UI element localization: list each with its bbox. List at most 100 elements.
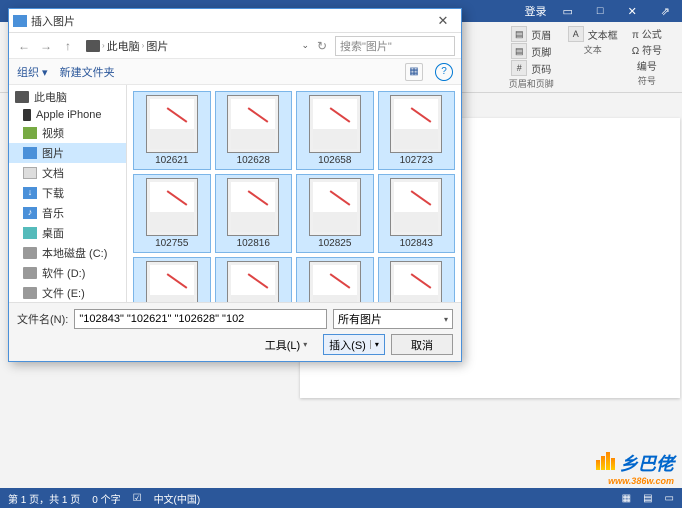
- proofing-icon[interactable]: ☑: [133, 493, 142, 504]
- sidebar-item-downloads[interactable]: ↓下载: [9, 183, 126, 203]
- file-thumb[interactable]: 102621: [133, 91, 211, 170]
- sidebar-item-desktop[interactable]: 桌面: [9, 223, 126, 243]
- minimize-button[interactable]: ▭: [555, 5, 581, 18]
- number-button[interactable]: 编号: [637, 58, 657, 73]
- dialog-icon: [13, 15, 27, 27]
- file-thumb[interactable]: 102658: [296, 91, 374, 170]
- header-icon[interactable]: ▤: [511, 26, 527, 42]
- pagenum-label[interactable]: 页码: [531, 61, 551, 76]
- nav-back-button[interactable]: ←: [15, 37, 33, 55]
- file-thumb[interactable]: 102843: [378, 174, 456, 253]
- chevron-down-icon: ▾: [303, 340, 307, 349]
- sidebar-item-pc[interactable]: 此电脑: [9, 87, 126, 107]
- file-thumb[interactable]: [133, 257, 211, 302]
- dialog-titlebar: 插入图片 ✕: [9, 9, 461, 33]
- page-indicator[interactable]: 第 1 页，共 1 页: [8, 491, 80, 506]
- ribbon-header-footer-group: ▤ 页眉 ▤ 页脚 # 页码 页眉和页脚: [509, 26, 554, 90]
- dialog-close-button[interactable]: ✕: [429, 13, 457, 29]
- crumb-pictures[interactable]: 图片: [146, 38, 168, 54]
- cancel-button[interactable]: 取消: [391, 334, 453, 355]
- search-input[interactable]: 搜索"图片": [335, 36, 455, 56]
- refresh-button[interactable]: ↻: [313, 37, 331, 55]
- watermark: 乡巴佬 www.386w.com: [596, 450, 674, 486]
- sidebar-item-d-drive[interactable]: 软件 (D:): [9, 263, 126, 283]
- sidebar-item-iphone[interactable]: Apple iPhone: [9, 107, 126, 123]
- file-thumb[interactable]: 102816: [215, 174, 293, 253]
- thumbnail-image: [309, 95, 361, 153]
- file-name: 102816: [237, 238, 270, 249]
- disk-icon: [23, 287, 37, 299]
- word-count[interactable]: 0 个字: [92, 491, 120, 506]
- file-name: 102825: [318, 238, 351, 249]
- file-type-filter[interactable]: 所有图片 ▾: [333, 309, 453, 329]
- nav-forward-button[interactable]: →: [37, 37, 55, 55]
- file-thumb[interactable]: 102755: [133, 174, 211, 253]
- file-thumb[interactable]: 102825: [296, 174, 374, 253]
- footer-icon[interactable]: ▤: [511, 43, 527, 59]
- filename-input[interactable]: [74, 309, 327, 329]
- ribbon-symbol-group: π 公式 Ω 符号 编号 符号: [632, 26, 662, 90]
- sidebar-item-video[interactable]: 视频: [9, 123, 126, 143]
- equation-button[interactable]: π 公式: [632, 26, 662, 41]
- dialog-sidebar: 此电脑 Apple iPhone 视频 图片 文档 ↓下载 ♪音乐 桌面 本地磁…: [9, 85, 127, 302]
- dialog-navbar: ← → ↑ › 此电脑 › 图片 ⌄ ↻ 搜索"图片": [9, 33, 461, 59]
- file-thumb[interactable]: 102723: [378, 91, 456, 170]
- sidebar-item-music[interactable]: ♪音乐: [9, 203, 126, 223]
- sidebar-item-localdisk[interactable]: 本地磁盘 (C:): [9, 243, 126, 263]
- downloads-icon: ↓: [23, 187, 37, 199]
- textbox-label[interactable]: 文本框: [588, 27, 618, 42]
- view-web-icon[interactable]: ▭: [665, 493, 674, 504]
- sidebar-item-documents[interactable]: 文档: [9, 163, 126, 183]
- documents-icon: [23, 167, 37, 179]
- thumbnail-image: [146, 178, 198, 236]
- thumbnail-image: [146, 95, 198, 153]
- textbox-icon[interactable]: A: [568, 26, 584, 42]
- thumbnail-image: [309, 261, 361, 302]
- ribbon-text-group: A 文本框 文本: [568, 26, 618, 90]
- language-indicator[interactable]: 中文(中国): [154, 491, 201, 506]
- file-thumb[interactable]: 102628: [215, 91, 293, 170]
- thumbnail-image: [309, 178, 361, 236]
- file-name: 102628: [237, 155, 270, 166]
- nav-up-button[interactable]: ↑: [59, 37, 77, 55]
- file-name: 102755: [155, 238, 188, 249]
- organize-menu[interactable]: 组织 ▾: [17, 64, 48, 80]
- login-link[interactable]: 登录: [525, 3, 547, 19]
- help-button[interactable]: ?: [435, 63, 453, 81]
- header-label[interactable]: 页眉: [531, 27, 551, 42]
- symbol-button[interactable]: Ω 符号: [632, 42, 662, 57]
- disk-icon: [23, 267, 37, 279]
- breadcrumb[interactable]: › 此电脑 › 图片: [81, 35, 297, 57]
- insert-picture-dialog: 插入图片 ✕ ← → ↑ › 此电脑 › 图片 ⌄ ↻ 搜索"图片" 组织 ▾ …: [8, 8, 462, 362]
- insert-button[interactable]: 插入(S) ▾: [323, 334, 385, 355]
- share-button[interactable]: ⇗: [653, 5, 678, 18]
- file-thumb[interactable]: [215, 257, 293, 302]
- thumbnail-image: [146, 261, 198, 302]
- pagenum-icon[interactable]: #: [511, 60, 527, 76]
- maximize-button[interactable]: □: [589, 5, 612, 17]
- tools-menu[interactable]: 工具(L) ▾: [255, 334, 317, 355]
- file-name: 102723: [400, 155, 433, 166]
- new-folder-button[interactable]: 新建文件夹: [60, 64, 115, 80]
- close-button[interactable]: ✕: [620, 5, 645, 18]
- music-icon: ♪: [23, 207, 37, 219]
- footer-label[interactable]: 页脚: [531, 44, 551, 59]
- filename-label: 文件名(N):: [17, 311, 68, 327]
- crumb-pc[interactable]: 此电脑: [107, 38, 140, 54]
- sidebar-item-e-drive[interactable]: 文件 (E:): [9, 283, 126, 302]
- file-thumb[interactable]: [378, 257, 456, 302]
- thumbnail-image: [390, 178, 442, 236]
- chevron-down-icon[interactable]: ▾: [370, 340, 379, 349]
- view-read-icon[interactable]: ▦: [622, 493, 631, 504]
- file-name: 102843: [400, 238, 433, 249]
- ribbon-group-label: 文本: [584, 43, 602, 56]
- sidebar-item-pictures[interactable]: 图片: [9, 143, 126, 163]
- ribbon-group-label: 符号: [638, 74, 656, 87]
- pc-icon: [15, 91, 29, 103]
- dialog-footer: 文件名(N): 所有图片 ▾ 工具(L) ▾ 插入(S) ▾ 取消: [9, 302, 461, 361]
- iphone-icon: [23, 109, 31, 121]
- view-print-icon[interactable]: ▤: [643, 493, 652, 504]
- thumbnail-image: [227, 178, 279, 236]
- file-thumb[interactable]: [296, 257, 374, 302]
- view-mode-button[interactable]: ▦: [405, 63, 423, 81]
